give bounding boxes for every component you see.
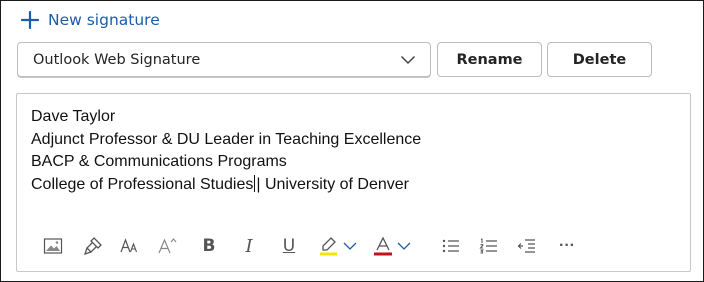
more-options-button[interactable]: ··· <box>555 232 579 260</box>
bold-button[interactable]: B <box>197 232 221 260</box>
rename-button[interactable]: Rename <box>437 42 542 77</box>
insert-image-icon <box>43 238 63 254</box>
format-painter-button[interactable] <box>81 232 105 260</box>
bullets-button[interactable] <box>439 232 463 260</box>
signature-settings-panel: New signature Outlook Web Signature Rena… <box>0 0 704 282</box>
increase-font-size-button[interactable] <box>155 232 181 260</box>
signature-text[interactable]: Dave Taylor Adjunct Professor & DU Leade… <box>31 106 421 196</box>
decrease-indent-button[interactable] <box>515 232 539 260</box>
new-signature-label: New signature <box>48 11 160 29</box>
insert-image-button[interactable] <box>41 232 65 260</box>
italic-icon: I <box>245 235 253 257</box>
bold-icon: B <box>202 236 216 256</box>
bullets-icon <box>442 239 459 253</box>
increase-font-size-icon <box>158 238 177 254</box>
signature-line-college: College of Professional Studies <box>31 175 254 193</box>
signature-line-name: Dave Taylor <box>31 108 116 125</box>
signature-editor[interactable]: Dave Taylor Adjunct Professor & DU Leade… <box>16 93 691 272</box>
font-color-icon <box>373 236 392 256</box>
highlight-icon <box>319 237 337 256</box>
plus-icon <box>20 10 40 30</box>
signature-select-value: Outlook Web Signature <box>33 51 201 68</box>
numbering-icon <box>479 238 497 254</box>
format-painter-icon <box>83 237 102 256</box>
formatting-toolbar: B I U ··· <box>37 232 597 260</box>
signature-select[interactable]: Outlook Web Signature <box>17 42 431 77</box>
signature-line-program: BACP & Communications Programs <box>31 153 287 170</box>
new-signature-button[interactable]: New signature <box>20 7 160 33</box>
underline-icon: U <box>282 236 296 256</box>
numbering-button[interactable] <box>477 232 501 260</box>
underline-button[interactable]: U <box>277 232 301 260</box>
chevron-down-icon <box>400 55 416 64</box>
decrease-indent-icon <box>517 239 535 253</box>
more-options-icon: ··· <box>559 237 575 254</box>
font-size-button[interactable] <box>117 232 143 260</box>
delete-button[interactable]: Delete <box>547 42 652 77</box>
font-size-icon <box>120 238 138 253</box>
font-color-button[interactable] <box>371 232 411 260</box>
signature-line-title: Adjunct Professor & DU Leader in Teachin… <box>31 130 422 148</box>
italic-button[interactable]: I <box>237 232 261 260</box>
font-color-dropdown-chevron-icon <box>397 242 410 250</box>
signature-line-org: College of Professional Studies | Univers… <box>31 174 421 197</box>
signature-line-university: | University of Denver <box>256 175 410 193</box>
highlight-button[interactable] <box>317 232 357 260</box>
highlight-dropdown-chevron-icon <box>343 242 356 250</box>
